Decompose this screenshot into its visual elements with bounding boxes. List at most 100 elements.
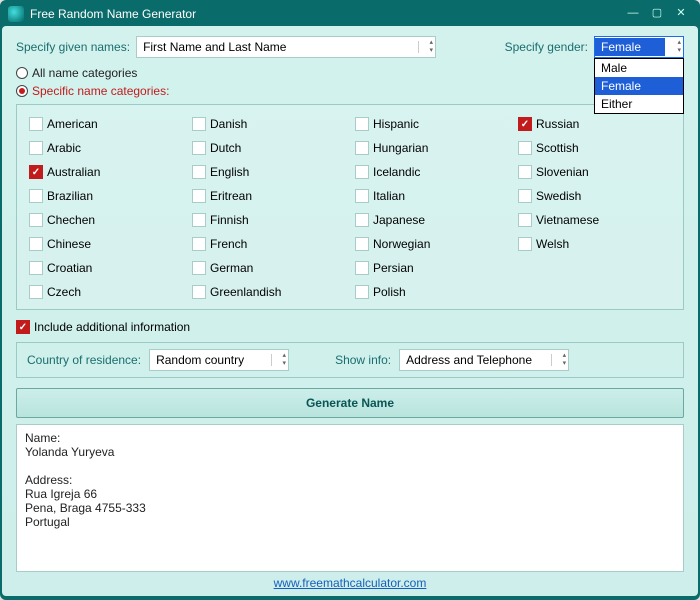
maximize-button[interactable]: ▢	[646, 6, 668, 22]
category-item[interactable]: Japanese	[355, 209, 508, 231]
category-item[interactable]: Brazilian	[29, 185, 182, 207]
category-item[interactable]: Arabic	[29, 137, 182, 159]
info-row: Country of residence: Random country ▴▾ …	[16, 342, 684, 378]
category-item[interactable]: Persian	[355, 257, 508, 279]
checkbox-icon	[518, 117, 532, 131]
country-value: Random country	[156, 353, 244, 367]
close-button[interactable]: ✕	[670, 6, 692, 22]
category-item[interactable]: Italian	[355, 185, 508, 207]
category-item[interactable]: Finnish	[192, 209, 345, 231]
checkbox-icon	[355, 285, 369, 299]
category-item[interactable]: German	[192, 257, 345, 279]
checkbox-icon	[16, 320, 30, 334]
category-label: Chechen	[47, 213, 95, 227]
category-label: Croatian	[47, 261, 92, 275]
category-item[interactable]: Dutch	[192, 137, 345, 159]
gender-option-female[interactable]: Female	[595, 77, 683, 95]
client-area: Specify given names: First Name and Last…	[2, 26, 698, 596]
checkbox-icon	[29, 285, 43, 299]
category-item[interactable]: Russian	[518, 113, 671, 135]
chevron-updown-icon: ▴▾	[430, 39, 434, 55]
category-item[interactable]: American	[29, 113, 182, 135]
category-item[interactable]: Eritrean	[192, 185, 345, 207]
category-item[interactable]: Icelandic	[355, 161, 508, 183]
checkbox-icon	[518, 165, 532, 179]
titlebar[interactable]: Free Random Name Generator — ▢ ✕	[2, 2, 698, 26]
category-label: Arabic	[47, 141, 81, 155]
category-item[interactable]: Chechen	[29, 209, 182, 231]
gender-option-either[interactable]: Either	[595, 95, 683, 113]
category-item[interactable]: Hispanic	[355, 113, 508, 135]
show-info-select[interactable]: Address and Telephone ▴▾	[399, 349, 569, 371]
category-item[interactable]: Polish	[355, 281, 508, 303]
specify-gender-select[interactable]: Female ▴▾	[594, 36, 684, 58]
category-item[interactable]: French	[192, 233, 345, 255]
checkbox-icon	[355, 261, 369, 275]
radio-all-label: All name categories	[32, 66, 137, 80]
checkbox-icon	[355, 213, 369, 227]
category-label: Norwegian	[373, 237, 430, 251]
chevron-updown-icon: ▴▾	[283, 352, 287, 368]
category-box: American Danish Hispanic Russian Arabic Dutch…	[16, 104, 684, 310]
category-label: Vietnamese	[536, 213, 599, 227]
minimize-button[interactable]: —	[622, 6, 644, 22]
radio-icon	[16, 67, 28, 79]
checkbox-icon	[518, 213, 532, 227]
category-label: French	[210, 237, 247, 251]
output-textarea[interactable]: Name: Yolanda Yuryeva Address: Rua Igrej…	[16, 424, 684, 572]
country-label: Country of residence:	[27, 353, 141, 367]
checkbox-icon	[355, 165, 369, 179]
checkbox-icon	[192, 261, 206, 275]
radio-icon	[16, 85, 28, 97]
checkbox-icon	[192, 117, 206, 131]
category-label: Hispanic	[373, 117, 419, 131]
category-item[interactable]: Scottish	[518, 137, 671, 159]
category-item[interactable]: Swedish	[518, 185, 671, 207]
radio-all-categories[interactable]: All name categories	[16, 66, 684, 80]
category-label: Swedish	[536, 189, 581, 203]
app-window: Free Random Name Generator — ▢ ✕ Specify…	[0, 0, 700, 600]
checkbox-icon	[192, 165, 206, 179]
checkbox-icon	[29, 117, 43, 131]
checkbox-icon	[192, 237, 206, 251]
category-label: Slovenian	[536, 165, 589, 179]
radio-specific-categories[interactable]: Specific name categories:	[16, 84, 684, 98]
radio-specific-label: Specific name categories:	[32, 84, 169, 98]
category-item[interactable]: Slovenian	[518, 161, 671, 183]
checkbox-icon	[518, 141, 532, 155]
category-item[interactable]: Norwegian	[355, 233, 508, 255]
checkbox-icon	[192, 213, 206, 227]
category-item[interactable]: Greenlandish	[192, 281, 345, 303]
category-label: English	[210, 165, 249, 179]
category-item[interactable]: Danish	[192, 113, 345, 135]
include-info-checkbox[interactable]: Include additional information	[16, 316, 684, 338]
category-item[interactable]: Chinese	[29, 233, 182, 255]
checkbox-icon	[355, 237, 369, 251]
footer-link[interactable]: www.freemathcalculator.com	[274, 576, 427, 590]
show-info-label: Show info:	[335, 353, 391, 367]
category-label: Danish	[210, 117, 247, 131]
category-item[interactable]: Hungarian	[355, 137, 508, 159]
checkbox-icon	[518, 237, 532, 251]
category-label: Persian	[373, 261, 414, 275]
category-label: Greenlandish	[210, 285, 281, 299]
category-item[interactable]: Australian	[29, 161, 182, 183]
category-item[interactable]: English	[192, 161, 345, 183]
checkbox-icon	[192, 141, 206, 155]
category-item[interactable]: Croatian	[29, 257, 182, 279]
country-select[interactable]: Random country ▴▾	[149, 349, 289, 371]
specify-gender-value: Female	[595, 38, 665, 56]
specify-names-select[interactable]: First Name and Last Name ▴▾	[136, 36, 436, 58]
category-label: Hungarian	[373, 141, 428, 155]
category-label: Polish	[373, 285, 406, 299]
category-item[interactable]: Welsh	[518, 233, 671, 255]
category-label: American	[47, 117, 98, 131]
category-item[interactable]: Czech	[29, 281, 182, 303]
gender-option-male[interactable]: Male	[595, 59, 683, 77]
checkbox-icon	[518, 189, 532, 203]
category-item[interactable]: Vietnamese	[518, 209, 671, 231]
category-label: Finnish	[210, 213, 249, 227]
category-label: Australian	[47, 165, 100, 179]
generate-button[interactable]: Generate Name	[16, 388, 684, 418]
specify-names-value: First Name and Last Name	[143, 40, 286, 54]
